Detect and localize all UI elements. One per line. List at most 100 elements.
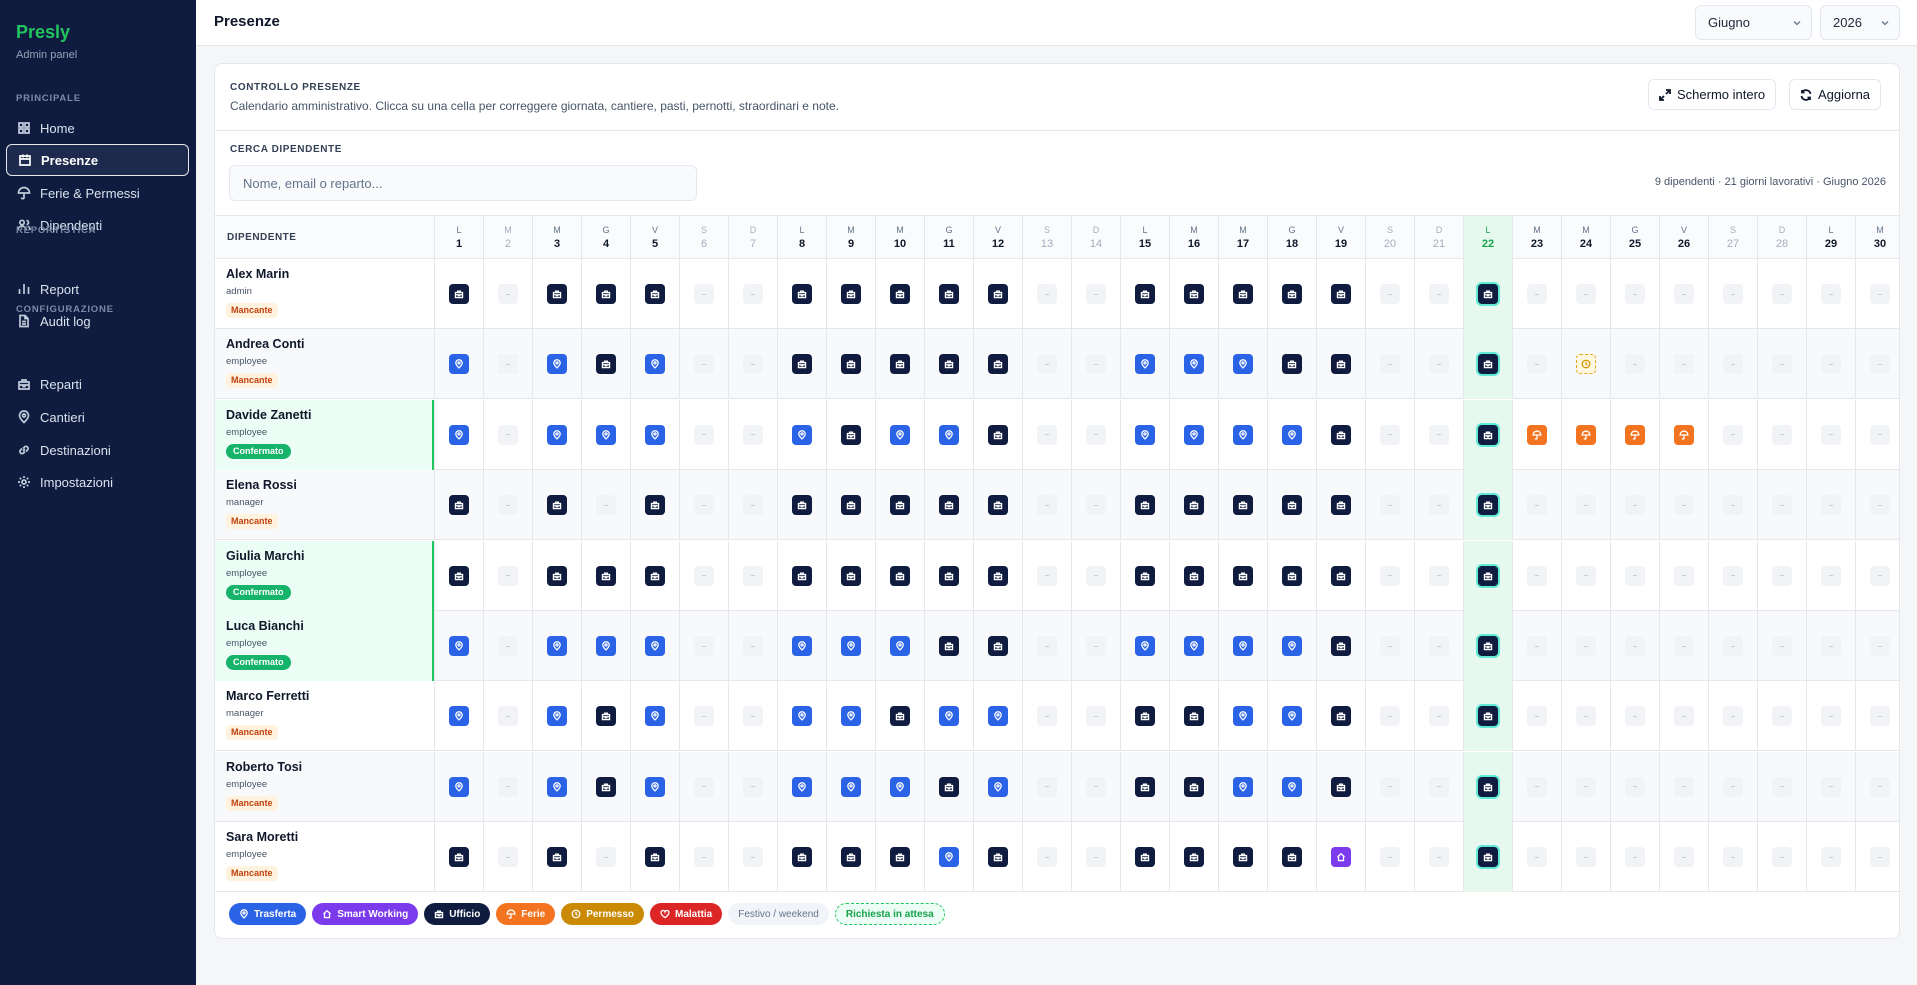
day-cell[interactable] xyxy=(532,259,581,329)
day-cell[interactable] xyxy=(1169,540,1218,611)
day-cell[interactable] xyxy=(728,822,777,893)
day-cell[interactable] xyxy=(581,259,630,329)
day-cell[interactable] xyxy=(1218,329,1267,400)
day-cell[interactable] xyxy=(532,540,581,611)
day-cell[interactable] xyxy=(1512,259,1561,329)
day-cell[interactable] xyxy=(1218,259,1267,329)
day-cell[interactable] xyxy=(483,751,532,822)
day-cell[interactable] xyxy=(434,399,483,470)
day-cell[interactable] xyxy=(1610,329,1659,400)
day-cell[interactable] xyxy=(1561,681,1610,752)
day-cell[interactable] xyxy=(1218,681,1267,752)
day-cell[interactable] xyxy=(1071,540,1120,611)
employee-cell[interactable]: Davide Zanetti employee Confermato xyxy=(215,399,434,470)
day-cell[interactable] xyxy=(1267,751,1316,822)
day-cell[interactable] xyxy=(1365,681,1414,752)
day-cell[interactable] xyxy=(728,751,777,822)
day-cell[interactable] xyxy=(1855,540,1899,611)
day-cell[interactable] xyxy=(1463,751,1512,822)
brand-logo[interactable]: Presly xyxy=(16,22,70,43)
day-cell[interactable] xyxy=(1218,399,1267,470)
day-cell[interactable] xyxy=(826,611,875,681)
day-cell[interactable] xyxy=(483,399,532,470)
day-cell[interactable] xyxy=(1120,681,1169,752)
day-cell[interactable] xyxy=(1806,470,1855,541)
day-cell[interactable] xyxy=(1365,751,1414,822)
day-cell[interactable] xyxy=(973,822,1022,893)
day-cell[interactable] xyxy=(1659,822,1708,893)
day-cell[interactable] xyxy=(434,259,483,329)
day-cell[interactable] xyxy=(1316,399,1365,470)
day-cell[interactable] xyxy=(1120,822,1169,893)
day-cell[interactable] xyxy=(1022,470,1071,541)
day-cell[interactable] xyxy=(1218,470,1267,541)
day-cell[interactable] xyxy=(1757,611,1806,681)
employee-cell[interactable]: Giulia Marchi employee Confermato xyxy=(215,540,434,611)
employee-cell[interactable]: Sara Moretti employee Mancante xyxy=(215,822,434,892)
day-cell[interactable] xyxy=(1561,751,1610,822)
day-cell[interactable] xyxy=(924,470,973,541)
day-cell[interactable] xyxy=(924,259,973,329)
day-cell[interactable] xyxy=(1267,259,1316,329)
sidebar-item-report[interactable]: Report xyxy=(6,273,189,305)
employee-cell[interactable]: Alex Marin admin Mancante xyxy=(215,259,434,329)
day-cell[interactable] xyxy=(1757,470,1806,541)
day-cell[interactable] xyxy=(679,611,728,681)
day-cell[interactable] xyxy=(1316,470,1365,541)
day-cell[interactable] xyxy=(1806,822,1855,893)
day-cell[interactable] xyxy=(1022,540,1071,611)
day-cell[interactable] xyxy=(1757,822,1806,893)
day-cell[interactable] xyxy=(924,540,973,611)
day-cell[interactable] xyxy=(1022,399,1071,470)
day-cell[interactable] xyxy=(1708,751,1757,822)
day-cell[interactable] xyxy=(1855,681,1899,752)
day-cell[interactable] xyxy=(1218,611,1267,681)
day-cell[interactable] xyxy=(630,329,679,400)
day-cell[interactable] xyxy=(1316,329,1365,400)
day-cell[interactable] xyxy=(679,540,728,611)
day-cell[interactable] xyxy=(1414,822,1463,893)
day-cell[interactable] xyxy=(973,540,1022,611)
sidebar-item-reparti[interactable]: Reparti xyxy=(6,368,189,400)
day-cell[interactable] xyxy=(532,470,581,541)
day-cell[interactable] xyxy=(728,470,777,541)
day-cell[interactable] xyxy=(1512,329,1561,400)
day-cell[interactable] xyxy=(777,822,826,893)
day-cell[interactable] xyxy=(630,470,679,541)
day-cell[interactable] xyxy=(1463,470,1512,541)
day-cell[interactable] xyxy=(1169,259,1218,329)
day-cell[interactable] xyxy=(1512,751,1561,822)
day-cell[interactable] xyxy=(1855,259,1899,329)
day-cell[interactable] xyxy=(1414,751,1463,822)
day-cell[interactable] xyxy=(581,540,630,611)
day-cell[interactable] xyxy=(1708,540,1757,611)
day-cell[interactable] xyxy=(1120,399,1169,470)
day-cell[interactable] xyxy=(630,681,679,752)
year-select[interactable]: 2026 xyxy=(1820,5,1900,40)
day-cell[interactable] xyxy=(1120,611,1169,681)
day-cell[interactable] xyxy=(826,329,875,400)
day-cell[interactable] xyxy=(1414,329,1463,400)
day-cell[interactable] xyxy=(1855,329,1899,400)
day-cell[interactable] xyxy=(679,822,728,893)
day-cell[interactable] xyxy=(1610,470,1659,541)
day-cell[interactable] xyxy=(1708,329,1757,400)
day-cell[interactable] xyxy=(1512,611,1561,681)
day-cell[interactable] xyxy=(1610,681,1659,752)
day-cell[interactable] xyxy=(1806,611,1855,681)
day-cell[interactable] xyxy=(777,611,826,681)
day-cell[interactable] xyxy=(777,751,826,822)
day-cell[interactable] xyxy=(924,751,973,822)
day-cell[interactable] xyxy=(1463,822,1512,893)
day-cell[interactable] xyxy=(1561,259,1610,329)
day-cell[interactable] xyxy=(826,399,875,470)
day-cell[interactable] xyxy=(1071,399,1120,470)
day-cell[interactable] xyxy=(1708,611,1757,681)
day-cell[interactable] xyxy=(1120,259,1169,329)
day-cell[interactable] xyxy=(581,399,630,470)
day-cell[interactable] xyxy=(875,681,924,752)
day-cell[interactable] xyxy=(1806,540,1855,611)
day-cell[interactable] xyxy=(1022,681,1071,752)
day-cell[interactable] xyxy=(728,329,777,400)
day-cell[interactable] xyxy=(1463,611,1512,681)
